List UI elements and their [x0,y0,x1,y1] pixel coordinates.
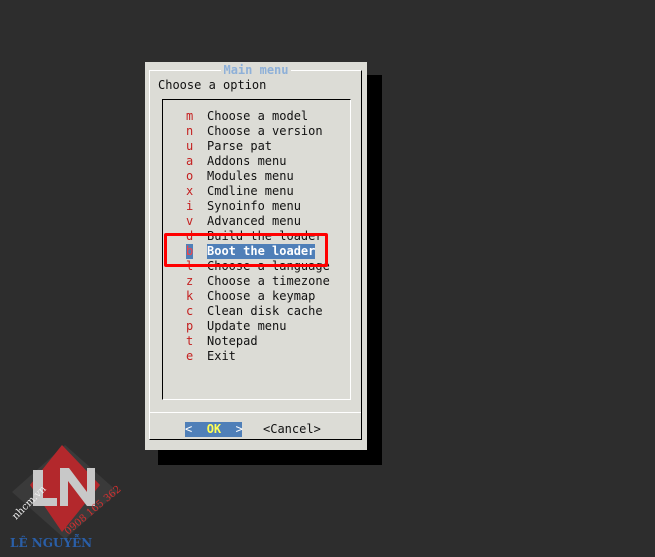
menu-item-label: Choose a version [207,124,323,138]
menu-item-hotkey: n [186,124,194,138]
menu-item-label: Update menu [207,319,287,333]
menu-item-label: Synoinfo menu [207,199,301,213]
menu-item-hotkey: m [186,109,194,123]
menu-item-hotkey: v [186,214,194,228]
menu-item-label: Parse pat [207,139,273,153]
menu-item-label: Clean disk cache [207,304,323,318]
menu-item-hotkey: x [186,184,194,198]
menu-item-label: Advanced menu [207,214,301,228]
cancel-button[interactable]: <Cancel> [263,422,321,437]
button-separator [149,412,361,413]
ok-label: OK [206,422,222,436]
menu-item-hotkey: p [186,319,194,333]
menu-item-label: Exit [207,349,236,363]
menu-item-hotkey: z [186,274,194,288]
menu-item-label: Cmdline menu [207,184,294,198]
watermark-name: LÊ NGUYỄN [10,533,92,550]
dialog-title-text: Main menu [221,63,291,77]
menu-item-label: Choose a model [207,109,309,123]
menu-item-hotkey: k [186,289,194,303]
menu-item-hotkey: e [186,349,194,363]
menu-item-hotkey: t [186,334,194,348]
ok-button[interactable]: < OK > [185,422,243,437]
menu-item-label: Notepad [207,334,258,348]
menu-item-hotkey: a [186,154,194,168]
ok-right-bracket: > [221,422,243,436]
ok-left-bracket: < [185,422,207,436]
menu-item-label: Choose a keymap [207,289,316,303]
menu-item-hotkey: i [186,199,194,213]
dialog-title: Main menu [145,63,367,77]
highlight-annotation-box [164,233,328,267]
menu-item-label: Addons menu [207,154,287,168]
menu-item-label: Choose a timezone [207,274,330,288]
menu-item-hotkey: c [186,304,194,318]
dialog-prompt: Choose a option [158,78,267,92]
menu-item-label: Modules menu [207,169,294,183]
watermark-logo: nhcm.vn 0908 165 362 LÊ NGUYỄN [10,445,124,550]
menu-item-hotkey: o [186,169,194,183]
menu-item-hotkey: u [186,139,194,153]
